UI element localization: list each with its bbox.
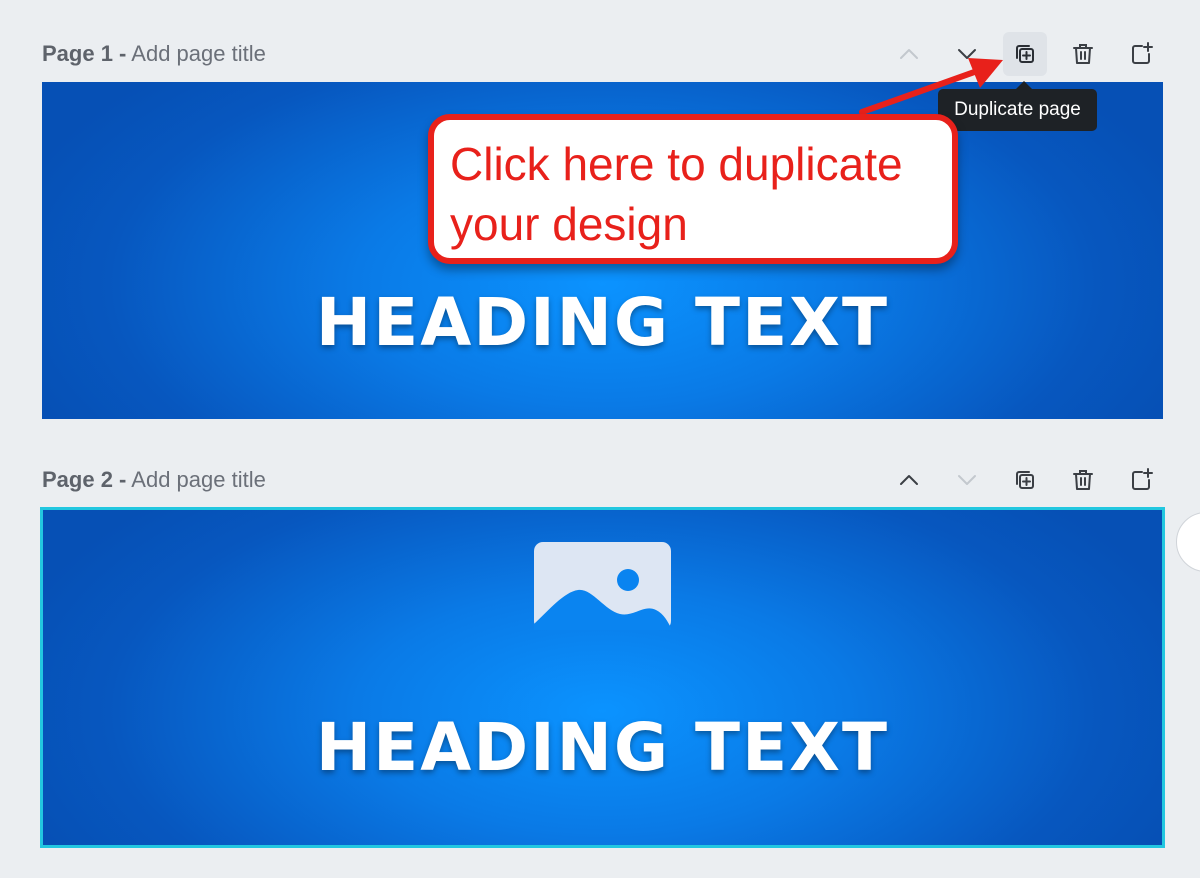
- duplicate-page-button[interactable]: [1003, 32, 1047, 76]
- page-title-placeholder[interactable]: Add page title: [131, 467, 266, 492]
- add-page-button[interactable]: [1119, 32, 1163, 76]
- design-editor: Page 1 - Add page title HEADING TEXT Pag…: [0, 0, 1200, 878]
- heading-text[interactable]: HEADING TEXT: [42, 284, 1163, 361]
- move-page-down-button[interactable]: [945, 458, 989, 502]
- chevron-up-icon: [900, 475, 918, 485]
- side-action-button[interactable]: [1176, 512, 1200, 572]
- delete-page-button[interactable]: [1061, 32, 1105, 76]
- trash-icon: [1073, 44, 1093, 64]
- page-1-title[interactable]: Page 1 - Add page title: [42, 41, 266, 67]
- add-page-icon: [1132, 42, 1153, 64]
- move-page-up-button[interactable]: [887, 32, 931, 76]
- add-page-icon: [1132, 468, 1153, 490]
- duplicate-page-tooltip: Duplicate page: [938, 81, 1097, 131]
- chevron-down-icon: [958, 49, 976, 59]
- delete-page-button[interactable]: [1061, 458, 1105, 502]
- page-title-placeholder[interactable]: Add page title: [131, 41, 266, 66]
- instruction-callout: Click here to duplicate your design: [428, 114, 958, 264]
- page-2-header: Page 2 - Add page title: [42, 460, 1163, 500]
- move-page-down-button[interactable]: [945, 32, 989, 76]
- chevron-up-icon: [900, 49, 918, 59]
- heading-text[interactable]: HEADING TEXT: [42, 709, 1163, 786]
- duplicate-page-icon: [1016, 45, 1034, 63]
- page-2-canvas[interactable]: HEADING TEXT: [40, 507, 1165, 848]
- callout-line-2: your design: [450, 198, 688, 250]
- callout-line-1: Click here to duplicate: [450, 138, 903, 190]
- trash-icon: [1073, 470, 1093, 490]
- page-1-header: Page 1 - Add page title: [42, 32, 1163, 76]
- image-placeholder-icon[interactable]: [534, 542, 671, 630]
- page-number-label: Page 1 -: [42, 41, 127, 66]
- duplicate-page-icon: [1016, 471, 1034, 489]
- chevron-down-icon: [958, 475, 976, 485]
- page-2-title[interactable]: Page 2 - Add page title: [42, 467, 266, 493]
- duplicate-page-button[interactable]: [1003, 458, 1047, 502]
- add-page-button[interactable]: [1119, 458, 1163, 502]
- move-page-up-button[interactable]: [887, 458, 931, 502]
- page-number-label: Page 2 -: [42, 467, 127, 492]
